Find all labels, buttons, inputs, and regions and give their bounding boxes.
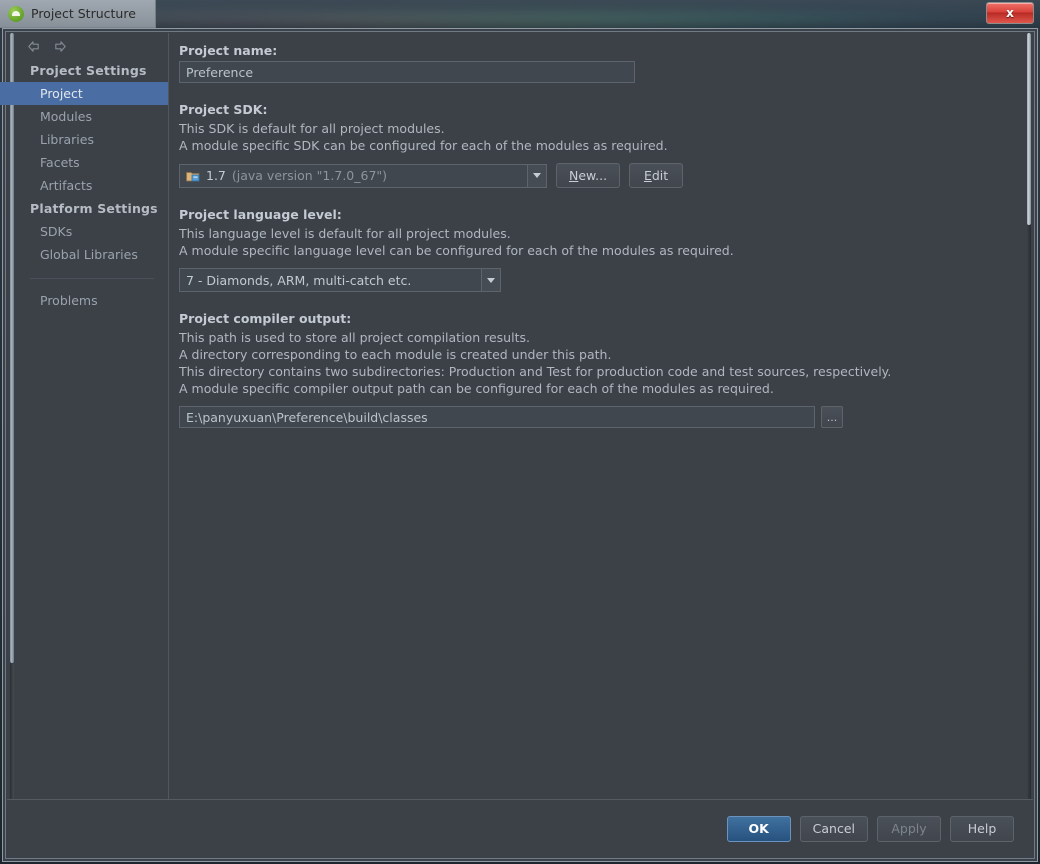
project-sdk-section: Project SDK: This SDK is default for all… bbox=[179, 102, 1024, 188]
project-sdk-name: 1.7 bbox=[206, 168, 226, 183]
edit-button-rest: dit bbox=[651, 168, 669, 183]
project-sdk-row: 1.7 (java version "1.7.0_67") New... Edi… bbox=[179, 163, 1024, 188]
project-sdk-detail: (java version "1.7.0_67") bbox=[231, 168, 388, 183]
close-icon[interactable]: x bbox=[986, 2, 1034, 24]
compiler-output-desc-line1: This path is used to store all project c… bbox=[179, 330, 530, 345]
sidebar-item-global-libraries[interactable]: Global Libraries bbox=[16, 243, 168, 266]
sidebar-item-problems[interactable]: Problems bbox=[16, 289, 168, 312]
arrow-right-icon[interactable] bbox=[53, 39, 68, 54]
project-sdk-desc-line1: This SDK is default for all project modu… bbox=[179, 121, 445, 136]
apply-button[interactable]: Apply bbox=[877, 815, 941, 842]
window-titlebar: Project Structure x bbox=[0, 0, 1040, 28]
sidebar-group-project-settings: Project Settings bbox=[30, 63, 147, 78]
new-button-rest: ew... bbox=[578, 168, 608, 183]
edit-button-mnemonic: E bbox=[643, 168, 652, 183]
right-scrollbar[interactable] bbox=[1024, 33, 1033, 799]
compiler-output-desc-line3: This directory contains two subdirectori… bbox=[179, 364, 892, 379]
compiler-output-desc-line4: A module specific compiler output path c… bbox=[179, 381, 774, 396]
language-level-section: Project language level: This language le… bbox=[179, 207, 1024, 292]
cancel-button[interactable]: Cancel bbox=[799, 815, 868, 842]
project-sdk-label: Project SDK: bbox=[179, 102, 268, 117]
dialog-button-bar: OK Cancel Apply Help bbox=[7, 800, 1033, 857]
new-button-mnemonic: N bbox=[569, 168, 579, 183]
left-scrollbar[interactable] bbox=[7, 33, 16, 799]
window-title: Project Structure bbox=[31, 6, 136, 21]
chevron-down-icon[interactable] bbox=[527, 164, 546, 187]
language-level-desc-line2: A module specific language level can be … bbox=[179, 243, 734, 258]
left-scrollbar-thumb[interactable] bbox=[10, 33, 14, 663]
edit-sdk-button[interactable]: Edit bbox=[629, 163, 684, 188]
language-level-value: 7 - Diamonds, ARM, multi-catch etc. bbox=[186, 272, 412, 288]
android-studio-icon bbox=[8, 5, 24, 22]
sidebar-navigation bbox=[16, 33, 168, 59]
close-button-label: x bbox=[1006, 6, 1014, 20]
project-name-label: Project name: bbox=[179, 43, 278, 58]
sidebar-item-project[interactable]: Project bbox=[0, 82, 168, 105]
project-structure-dialog: Project Settings Project Modules Librari… bbox=[0, 33, 1033, 857]
new-sdk-button[interactable]: New... bbox=[556, 163, 621, 188]
language-level-combobox[interactable]: 7 - Diamonds, ARM, multi-catch etc. bbox=[179, 268, 501, 292]
project-sdk-combobox-value: 1.7 (java version "1.7.0_67") bbox=[180, 168, 527, 183]
help-button[interactable]: Help bbox=[950, 815, 1014, 842]
sidebar-item-artifacts[interactable]: Artifacts bbox=[16, 174, 168, 197]
project-sdk-combobox[interactable]: 1.7 (java version "1.7.0_67") bbox=[179, 163, 547, 188]
compiler-output-value: E:\panyuxuan\Preference\build\classes bbox=[186, 409, 428, 425]
dialog-body: Project Settings Project Modules Librari… bbox=[0, 33, 1033, 799]
window-title-tab: Project Structure bbox=[0, 0, 156, 28]
compiler-output-input[interactable]: E:\panyuxuan\Preference\build\classes bbox=[179, 406, 815, 428]
compiler-output-section: Project compiler output: This path is us… bbox=[179, 311, 1024, 428]
sidebar-item-sdks[interactable]: SDKs bbox=[16, 220, 168, 243]
arrow-left-icon[interactable] bbox=[26, 39, 41, 54]
language-level-desc-line1: This language level is default for all p… bbox=[179, 226, 511, 241]
sidebar-divider bbox=[30, 278, 154, 279]
project-name-value: Preference bbox=[186, 64, 254, 80]
language-level-label: Project language level: bbox=[179, 207, 342, 222]
project-name-section: Project name: Preference bbox=[179, 43, 1024, 83]
compiler-output-label: Project compiler output: bbox=[179, 311, 352, 326]
sidebar-item-libraries[interactable]: Libraries bbox=[16, 128, 168, 151]
chevron-down-icon[interactable] bbox=[481, 269, 500, 291]
ellipsis-icon: ... bbox=[826, 411, 838, 424]
sidebar-item-modules[interactable]: Modules bbox=[16, 105, 168, 128]
project-structure-window: Project Structure x Project Settings Pro… bbox=[0, 0, 1040, 864]
ok-button[interactable]: OK bbox=[726, 815, 791, 842]
jdk-folder-icon bbox=[186, 170, 200, 182]
compiler-output-desc-line2: A directory corresponding to each module… bbox=[179, 347, 612, 362]
compiler-output-row: E:\panyuxuan\Preference\build\classes ..… bbox=[179, 406, 1024, 428]
browse-output-path-button[interactable]: ... bbox=[821, 406, 843, 428]
project-sdk-desc-line2: A module specific SDK can be configured … bbox=[179, 138, 668, 153]
sidebar-group-platform-settings: Platform Settings bbox=[30, 201, 158, 216]
titlebar-glass-effect bbox=[0, 0, 1040, 28]
right-scrollbar-thumb[interactable] bbox=[1027, 33, 1031, 225]
settings-content-panel: Project name: Preference Project SDK: Th… bbox=[169, 33, 1024, 799]
sidebar: Project Settings Project Modules Librari… bbox=[0, 33, 169, 799]
project-name-input[interactable]: Preference bbox=[179, 61, 635, 83]
sidebar-item-facets[interactable]: Facets bbox=[16, 151, 168, 174]
